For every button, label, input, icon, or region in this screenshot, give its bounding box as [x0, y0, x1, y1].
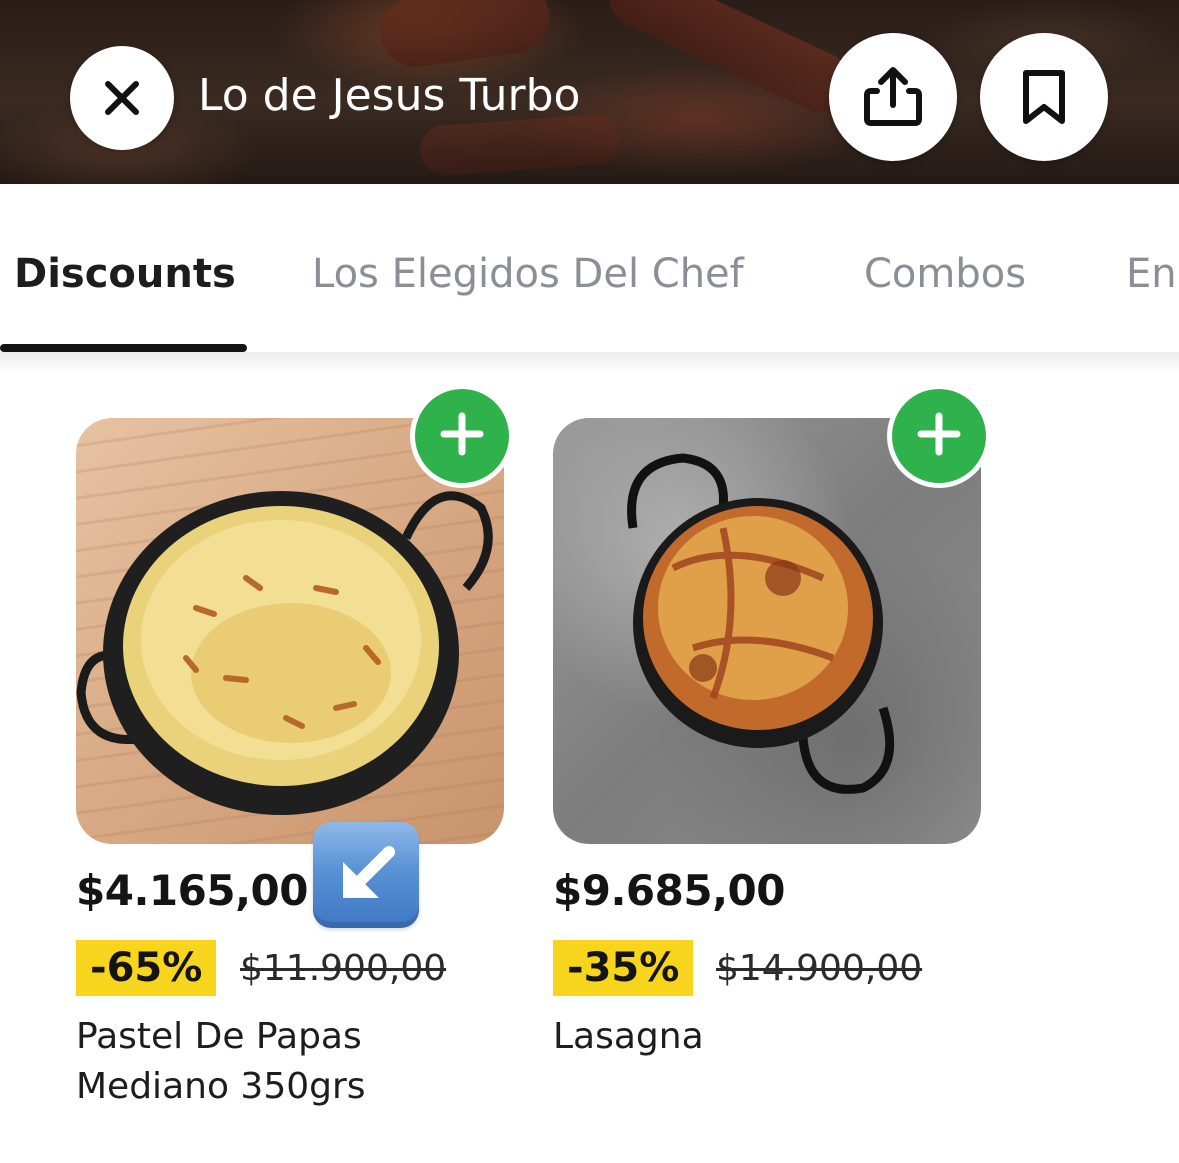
product-price: $9.685,00 [553, 866, 785, 915]
plus-icon [440, 412, 484, 460]
product-name[interactable]: Pastel De Papas Mediano 350grs [76, 1012, 506, 1112]
original-price: $14.900,00 [716, 948, 923, 989]
product-name[interactable]: Lasagna [553, 1012, 983, 1062]
down-left-arrow-emoji-icon [313, 822, 419, 928]
discount-badge: -35% [553, 940, 694, 996]
bookmark-button[interactable] [980, 33, 1108, 161]
bookmark-icon [1021, 69, 1067, 125]
header-photo-detail [375, 0, 555, 72]
store-name: Lo de Jesus Turbo [198, 70, 581, 121]
active-tab-indicator [0, 344, 247, 352]
add-to-cart-button[interactable] [410, 384, 514, 488]
plus-icon [917, 412, 961, 460]
product-price: $4.165,00 [76, 866, 308, 915]
add-to-cart-button[interactable] [887, 384, 991, 488]
share-button[interactable] [829, 33, 957, 161]
original-price: $11.900,00 [240, 948, 447, 989]
tab-partial-next[interactable]: En [1126, 246, 1177, 302]
store-header: Lo de Jesus Turbo [0, 0, 1179, 184]
tab-los-elegidos-del-chef[interactable]: Los Elegidos Del Chef [312, 246, 744, 302]
tab-discounts[interactable]: Discounts [14, 246, 236, 302]
close-icon [102, 78, 142, 118]
product-card-lasagna[interactable]: $9.685,00 -35% $14.900,00 Lasagna [553, 384, 991, 1118]
discount-badge: -65% [76, 940, 217, 996]
close-button[interactable] [70, 46, 174, 150]
tab-combos[interactable]: Combos [864, 246, 1026, 302]
category-tabs: Discounts Los Elegidos Del Chef Combos E… [0, 184, 1179, 354]
tabs-divider-shadow [0, 352, 1179, 374]
product-card-pastel-de-papas[interactable]: $4.165,00 -65% $11.900,00 Pastel De Papa… [76, 384, 514, 1118]
header-photo-detail [599, 0, 861, 123]
share-icon [861, 65, 925, 129]
